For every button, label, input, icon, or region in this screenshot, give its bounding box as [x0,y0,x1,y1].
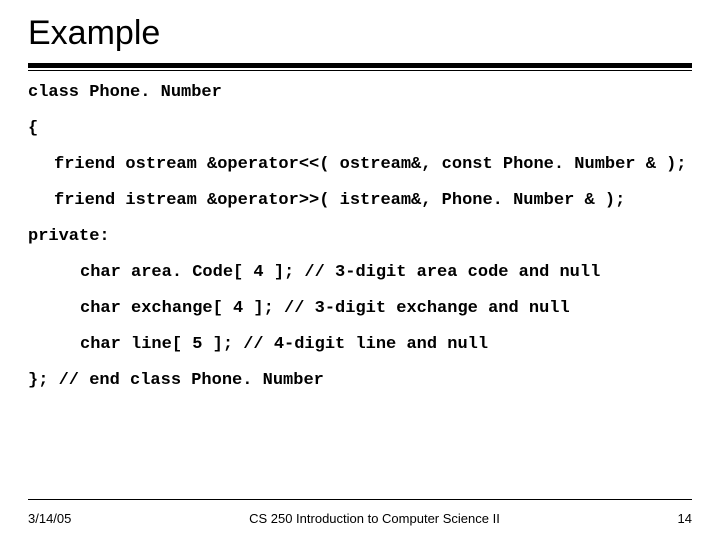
code-block: class Phone. Number { friend ostream &op… [28,83,692,391]
code-class-decl: class Phone. Number [28,83,692,103]
title-rule-thick [28,63,692,68]
title-rule-thin [28,70,692,71]
code-end-class: }; // end class Phone. Number [28,371,692,391]
code-friend-istream: friend istream &operator>>( istream&, Ph… [28,191,692,211]
slide-title: Example [28,14,692,53]
footer-course: CS 250 Introduction to Computer Science … [249,511,500,526]
code-exchange: char exchange[ 4 ]; // 3-digit exchange … [28,299,692,319]
code-friend-ostream: friend ostream &operator<<( ostream&, co… [28,155,692,175]
code-area-code: char area. Code[ 4 ]; // 3-digit area co… [28,263,692,283]
code-line: char line[ 5 ]; // 4-digit line and null [28,335,692,355]
slide: Example class Phone. Number { friend ost… [0,0,720,540]
footer-date: 3/14/05 [28,511,71,526]
footer-page: 14 [678,511,692,526]
code-private-label: private: [28,227,692,247]
footer-rule [28,499,692,500]
code-open-brace: { [28,119,692,139]
footer: 3/14/05 CS 250 Introduction to Computer … [28,511,692,526]
